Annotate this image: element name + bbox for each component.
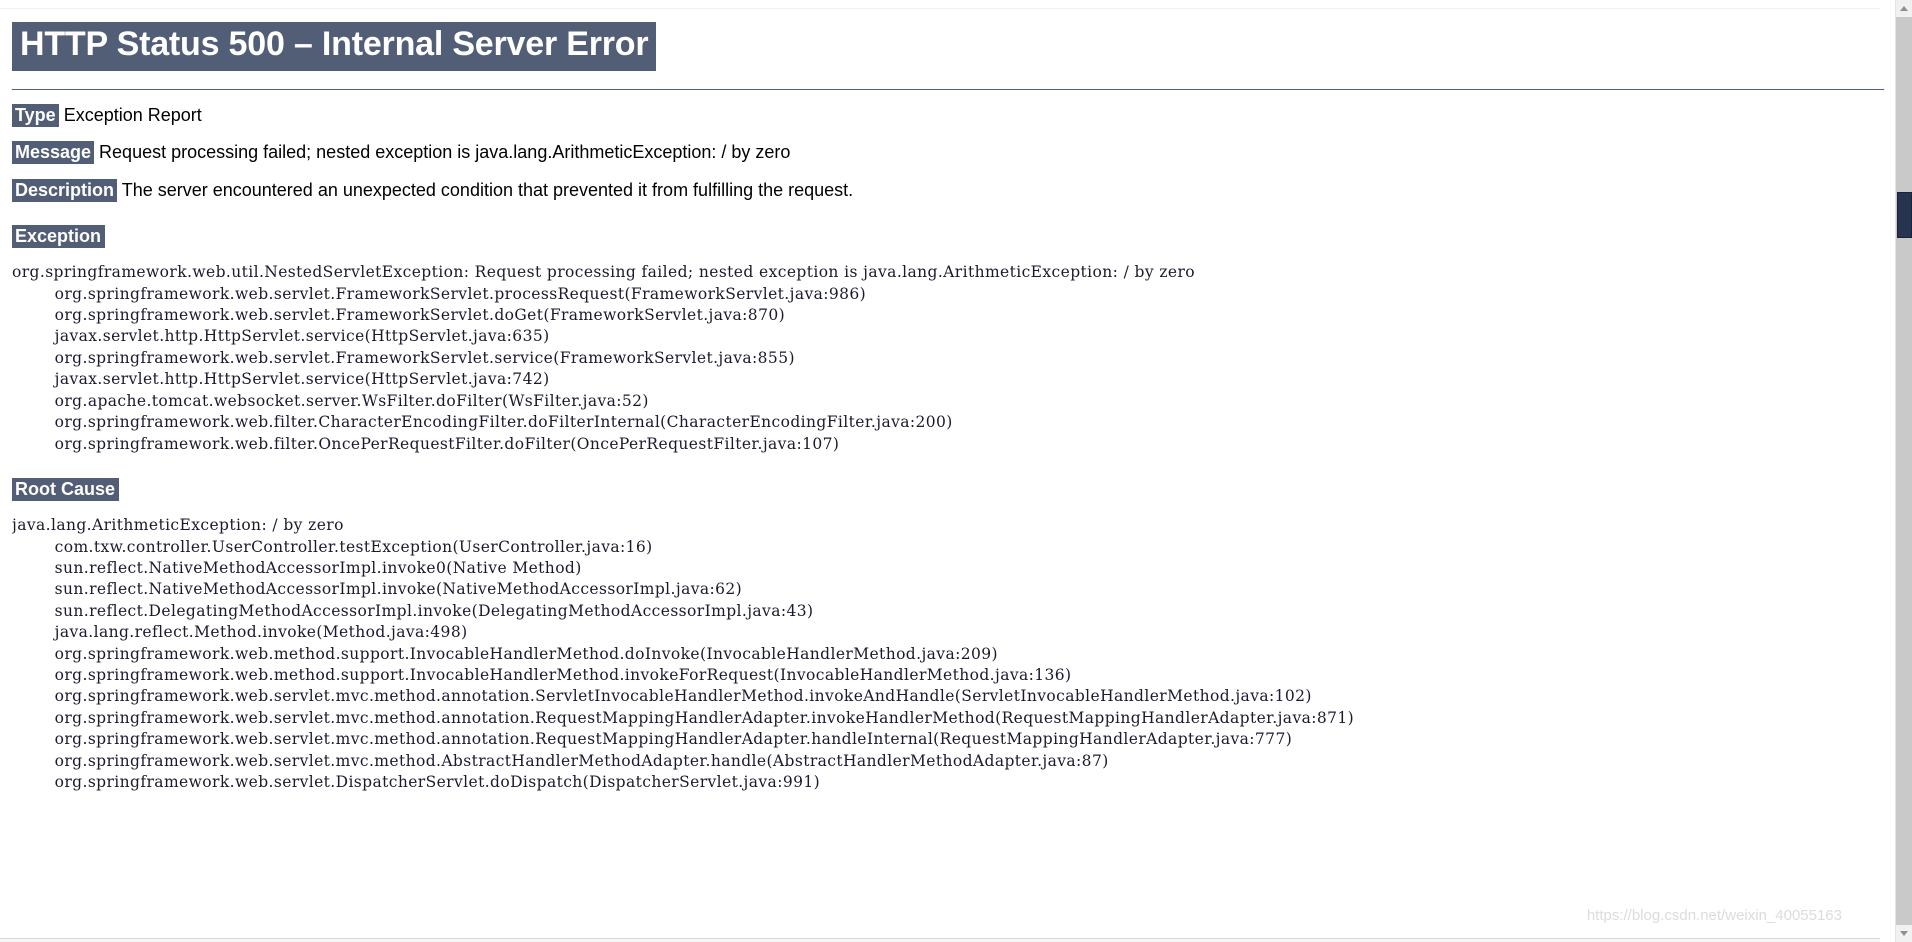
message-line: Message Request processing failed; neste… xyxy=(12,127,1884,165)
root-cause-stack-trace: java.lang.ArithmeticException: / by zero… xyxy=(12,516,1355,792)
scrollbar-thumb[interactable] xyxy=(1897,192,1912,238)
message-label: Message xyxy=(12,141,95,165)
title-row: HTTP Status 500 – Internal Server Error xyxy=(0,0,1896,72)
error-page: HTTP Status 500 – Internal Server Error … xyxy=(0,0,1896,942)
scroll-down-arrow-icon[interactable] xyxy=(1896,925,1912,942)
error-content: Type Exception Report Message Request pr… xyxy=(0,90,1896,793)
exception-section-heading: Exception xyxy=(12,202,1884,248)
description-label: Description xyxy=(12,178,118,202)
description-line: Description The server encountered an un… xyxy=(12,165,1884,202)
vertical-scrollbar[interactable] xyxy=(1895,0,1912,942)
type-label: Type xyxy=(12,104,59,128)
type-value: Exception Report xyxy=(58,105,202,126)
viewport-bottom-edge xyxy=(0,938,1880,942)
watermark: https://blog.csdn.net/weixin_40055163 xyxy=(1586,907,1842,924)
root-cause-section-heading: Root Cause xyxy=(12,455,1884,501)
page-title: HTTP Status 500 – Internal Server Error xyxy=(12,22,657,72)
scroll-up-arrow-icon[interactable] xyxy=(1896,0,1912,17)
exception-label: Exception xyxy=(12,224,106,248)
root-cause-label: Root Cause xyxy=(12,477,120,501)
exception-stack-trace: org.springframework.web.util.NestedServl… xyxy=(12,263,1196,453)
description-value: The server encountered an unexpected con… xyxy=(117,179,854,200)
viewport-top-edge xyxy=(0,0,1880,9)
scrollbar-track[interactable] xyxy=(1896,17,1912,925)
type-line: Type Exception Report xyxy=(12,90,1884,128)
message-value: Request processing failed; nested except… xyxy=(94,142,791,163)
